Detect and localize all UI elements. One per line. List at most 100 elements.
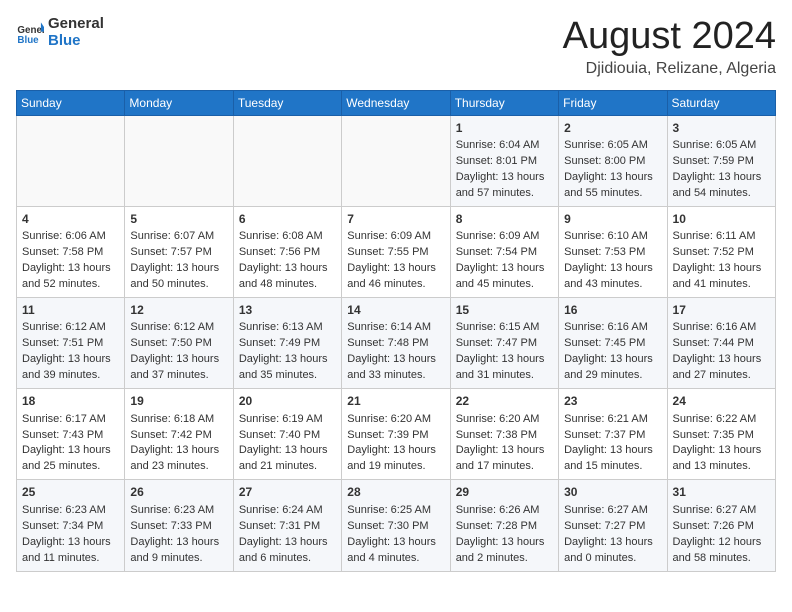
day-info: Sunset: 7:55 PM [347,245,444,261]
day-of-week-header: Wednesday [342,90,450,115]
day-info: Daylight: 13 hours and 46 minutes. [347,261,444,293]
day-info: Daylight: 13 hours and 13 minutes. [673,443,770,475]
day-info: Sunset: 7:47 PM [456,336,553,352]
day-of-week-header: Tuesday [233,90,341,115]
day-info: Daylight: 13 hours and 17 minutes. [456,443,553,475]
day-number: 23 [564,393,661,410]
calendar-day-cell: 9Sunrise: 6:10 AMSunset: 7:53 PMDaylight… [559,206,667,297]
day-number: 30 [564,484,661,501]
calendar-day-cell: 18Sunrise: 6:17 AMSunset: 7:43 PMDayligh… [17,389,125,480]
day-info: Daylight: 13 hours and 15 minutes. [564,443,661,475]
calendar-day-cell: 23Sunrise: 6:21 AMSunset: 7:37 PMDayligh… [559,389,667,480]
day-info: Sunset: 7:45 PM [564,336,661,352]
day-info: Sunset: 7:49 PM [239,336,336,352]
day-info: Daylight: 13 hours and 50 minutes. [130,261,227,293]
day-of-week-header: Saturday [667,90,775,115]
day-info: Daylight: 13 hours and 41 minutes. [673,261,770,293]
day-number: 4 [22,211,119,228]
day-info: Sunrise: 6:06 AM [22,229,119,245]
day-info: Daylight: 13 hours and 29 minutes. [564,352,661,384]
calendar-week-row: 18Sunrise: 6:17 AMSunset: 7:43 PMDayligh… [17,389,776,480]
day-info: Sunrise: 6:08 AM [239,229,336,245]
calendar-day-cell: 13Sunrise: 6:13 AMSunset: 7:49 PMDayligh… [233,298,341,389]
day-info: Daylight: 13 hours and 37 minutes. [130,352,227,384]
day-info: Sunset: 7:48 PM [347,336,444,352]
calendar-day-cell: 24Sunrise: 6:22 AMSunset: 7:35 PMDayligh… [667,389,775,480]
calendar-day-cell: 30Sunrise: 6:27 AMSunset: 7:27 PMDayligh… [559,480,667,571]
day-info: Sunset: 7:30 PM [347,519,444,535]
day-info: Sunrise: 6:25 AM [347,503,444,519]
day-info: Sunset: 7:42 PM [130,428,227,444]
day-number: 2 [564,120,661,137]
logo-icon: General Blue [16,19,44,47]
day-info: Daylight: 13 hours and 9 minutes. [130,535,227,567]
day-info: Sunset: 7:40 PM [239,428,336,444]
calendar-day-cell: 11Sunrise: 6:12 AMSunset: 7:51 PMDayligh… [17,298,125,389]
day-info: Sunrise: 6:13 AM [239,320,336,336]
day-info: Daylight: 13 hours and 45 minutes. [456,261,553,293]
day-info: Sunrise: 6:12 AM [130,320,227,336]
calendar-day-cell: 1Sunrise: 6:04 AMSunset: 8:01 PMDaylight… [450,115,558,206]
calendar-header: SundayMondayTuesdayWednesdayThursdayFrid… [17,90,776,115]
calendar-day-cell: 25Sunrise: 6:23 AMSunset: 7:34 PMDayligh… [17,480,125,571]
day-number: 20 [239,393,336,410]
day-info: Sunrise: 6:16 AM [673,320,770,336]
day-info: Sunset: 7:44 PM [673,336,770,352]
day-number: 7 [347,211,444,228]
day-number: 28 [347,484,444,501]
day-info: Sunrise: 6:16 AM [564,320,661,336]
calendar-day-cell: 28Sunrise: 6:25 AMSunset: 7:30 PMDayligh… [342,480,450,571]
day-number: 25 [22,484,119,501]
day-info: Daylight: 13 hours and 11 minutes. [22,535,119,567]
calendar-day-cell: 20Sunrise: 6:19 AMSunset: 7:40 PMDayligh… [233,389,341,480]
day-info: Sunrise: 6:20 AM [347,412,444,428]
day-info: Sunrise: 6:07 AM [130,229,227,245]
calendar-day-cell [233,115,341,206]
day-info: Sunrise: 6:18 AM [130,412,227,428]
main-title: August 2024 [563,16,776,58]
day-info: Sunset: 7:57 PM [130,245,227,261]
day-info: Sunset: 7:37 PM [564,428,661,444]
day-info: Sunrise: 6:23 AM [22,503,119,519]
day-info: Daylight: 13 hours and 25 minutes. [22,443,119,475]
day-info: Daylight: 13 hours and 0 minutes. [564,535,661,567]
day-info: Daylight: 13 hours and 55 minutes. [564,170,661,202]
day-info: Sunset: 7:26 PM [673,519,770,535]
calendar-day-cell: 27Sunrise: 6:24 AMSunset: 7:31 PMDayligh… [233,480,341,571]
day-info: Sunrise: 6:24 AM [239,503,336,519]
calendar-week-row: 4Sunrise: 6:06 AMSunset: 7:58 PMDaylight… [17,206,776,297]
calendar-day-cell: 3Sunrise: 6:05 AMSunset: 7:59 PMDaylight… [667,115,775,206]
day-number: 12 [130,302,227,319]
day-info: Sunset: 7:38 PM [456,428,553,444]
day-number: 29 [456,484,553,501]
day-number: 21 [347,393,444,410]
calendar-day-cell: 31Sunrise: 6:27 AMSunset: 7:26 PMDayligh… [667,480,775,571]
day-number: 17 [673,302,770,319]
day-number: 8 [456,211,553,228]
day-of-week-header: Monday [125,90,233,115]
day-number: 11 [22,302,119,319]
day-info: Daylight: 13 hours and 21 minutes. [239,443,336,475]
day-info: Sunrise: 6:26 AM [456,503,553,519]
calendar-day-cell [342,115,450,206]
day-info: Sunset: 7:58 PM [22,245,119,261]
day-number: 16 [564,302,661,319]
day-number: 5 [130,211,227,228]
day-number: 1 [456,120,553,137]
calendar-day-cell: 7Sunrise: 6:09 AMSunset: 7:55 PMDaylight… [342,206,450,297]
day-info: Sunset: 7:31 PM [239,519,336,535]
day-info: Daylight: 13 hours and 52 minutes. [22,261,119,293]
day-info: Sunset: 7:39 PM [347,428,444,444]
day-info: Daylight: 13 hours and 27 minutes. [673,352,770,384]
day-info: Sunrise: 6:17 AM [22,412,119,428]
day-info: Daylight: 13 hours and 6 minutes. [239,535,336,567]
calendar-body: 1Sunrise: 6:04 AMSunset: 8:01 PMDaylight… [17,115,776,571]
day-info: Sunset: 8:00 PM [564,154,661,170]
day-info: Sunrise: 6:10 AM [564,229,661,245]
calendar-day-cell: 8Sunrise: 6:09 AMSunset: 7:54 PMDaylight… [450,206,558,297]
day-info: Sunrise: 6:11 AM [673,229,770,245]
calendar-week-row: 1Sunrise: 6:04 AMSunset: 8:01 PMDaylight… [17,115,776,206]
day-info: Daylight: 13 hours and 43 minutes. [564,261,661,293]
day-number: 19 [130,393,227,410]
day-info: Sunrise: 6:04 AM [456,138,553,154]
